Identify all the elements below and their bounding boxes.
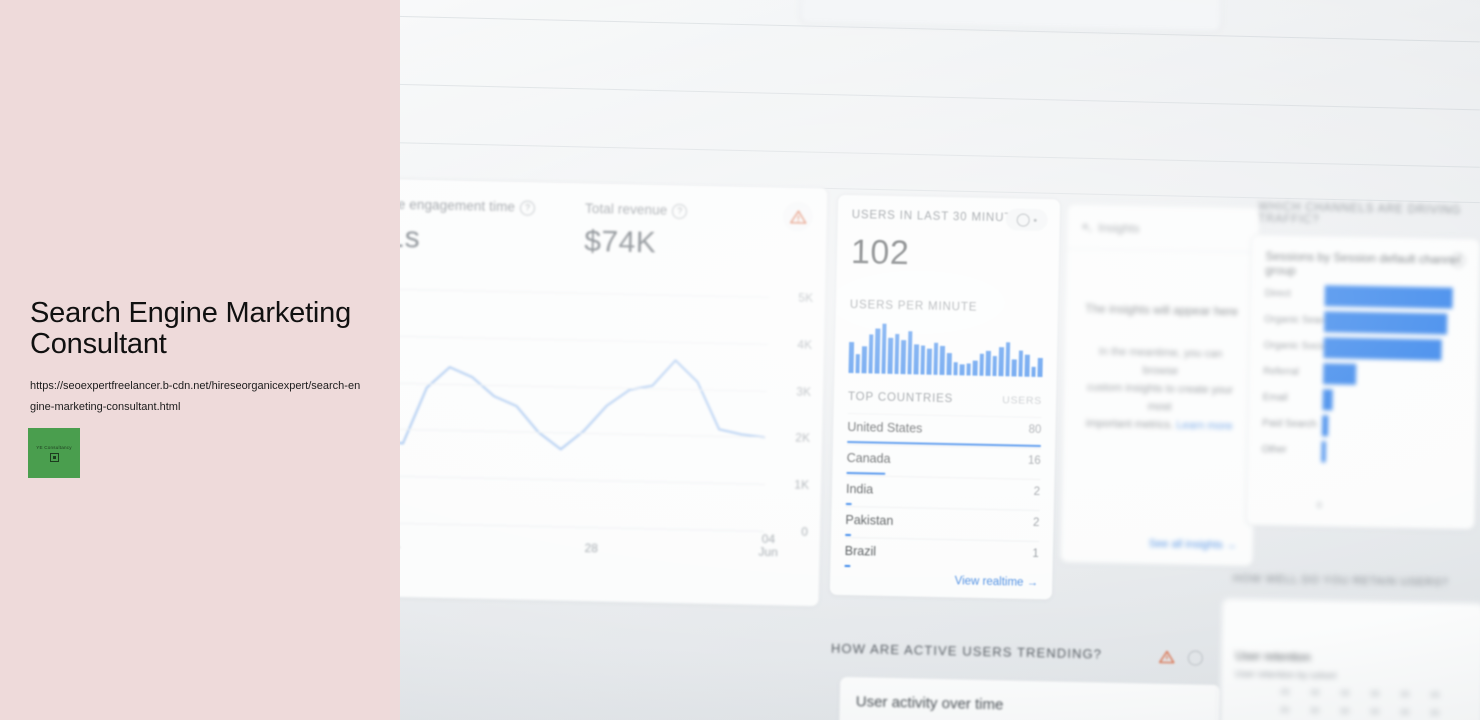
- title-panel: Search Engine Marketing Consultant https…: [0, 0, 400, 720]
- logo-text: YE Consultancy: [36, 444, 72, 450]
- image-placeholder-icon: [49, 452, 59, 462]
- logo: YE Consultancy: [28, 428, 80, 478]
- page-title: Search Engine Marketing Consultant: [30, 297, 352, 360]
- slide-canvas: ...age engagement time? 51s Total revenu…: [0, 0, 1480, 720]
- page-url[interactable]: https://seoexpertfreelancer.b-cdn.net/hi…: [30, 376, 362, 418]
